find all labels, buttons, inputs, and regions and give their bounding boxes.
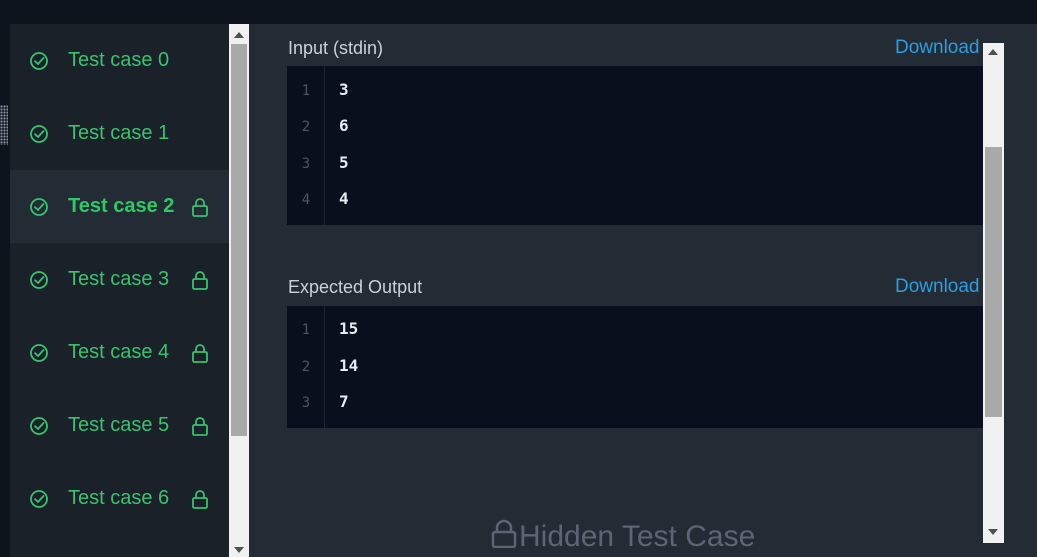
test-case-label: Test case 6 xyxy=(68,487,170,509)
input-download-link[interactable]: Download xyxy=(895,37,980,59)
scroll-down-arrow-icon[interactable] xyxy=(988,529,998,535)
top-bar xyxy=(0,0,1037,24)
input-code-box: 1 3 2 6 3 5 4 4 xyxy=(287,66,983,225)
scrollbar-thumb[interactable] xyxy=(231,44,247,436)
line-number: 3 xyxy=(301,395,311,411)
test-case-item-4[interactable]: Test case 4 xyxy=(10,316,229,389)
line-value: 3 xyxy=(339,80,349,99)
line-value: 15 xyxy=(339,319,359,338)
code-line: 4 4 xyxy=(287,182,983,218)
lock-icon xyxy=(191,489,209,509)
scrollbar-thumb[interactable] xyxy=(985,147,1002,417)
check-circle-icon xyxy=(29,197,49,217)
test-case-label: Test case 2 xyxy=(68,195,175,217)
test-case-item-6[interactable]: Test case 6 xyxy=(10,462,229,535)
line-number: 1 xyxy=(301,83,311,99)
line-value: 14 xyxy=(339,356,359,375)
expected-output-section-title: Expected Output xyxy=(288,277,423,297)
sidebar-scrollbar[interactable] xyxy=(229,24,249,557)
test-case-item-3[interactable]: Test case 3 xyxy=(10,243,229,316)
code-line: 1 15 xyxy=(287,312,983,348)
expected-output-download-link[interactable]: Download xyxy=(895,276,980,298)
test-case-label: Test case 0 xyxy=(68,49,170,71)
test-case-label: Test case 1 xyxy=(68,122,170,144)
line-number: 2 xyxy=(301,359,311,375)
line-number: 2 xyxy=(301,119,311,135)
check-circle-icon xyxy=(29,270,49,290)
code-line: 2 14 xyxy=(287,349,983,385)
line-value: 5 xyxy=(339,153,349,172)
lock-icon xyxy=(191,416,209,436)
code-line: 2 6 xyxy=(287,109,983,145)
line-number: 4 xyxy=(301,192,311,208)
line-number: 1 xyxy=(301,322,311,338)
lock-icon xyxy=(191,343,209,363)
test-case-label: Test case 4 xyxy=(68,341,170,363)
code-line: 3 7 xyxy=(287,385,983,421)
check-circle-icon xyxy=(29,51,49,71)
test-case-label: Test case 5 xyxy=(68,414,170,436)
test-case-detail-panel: Input (stdin) Download 1 3 2 6 3 5 4 4 E… xyxy=(249,24,1037,557)
hidden-test-case-message: Hidden Test Case xyxy=(489,518,755,556)
check-circle-icon xyxy=(29,343,49,363)
check-circle-icon xyxy=(29,124,49,144)
lock-icon xyxy=(489,518,519,556)
test-case-item-0[interactable]: Test case 0 xyxy=(10,24,229,97)
lock-icon xyxy=(191,270,209,290)
expected-output-code-box: 1 15 2 14 3 7 xyxy=(287,306,983,428)
check-circle-icon xyxy=(29,416,49,436)
check-circle-icon xyxy=(29,489,49,509)
test-case-item-2[interactable]: Test case 2 xyxy=(10,170,229,243)
line-number: 3 xyxy=(301,156,311,172)
scroll-down-arrow-icon[interactable] xyxy=(234,547,244,553)
code-line: 3 5 xyxy=(287,146,983,182)
line-value: 6 xyxy=(339,116,349,135)
code-line: 1 3 xyxy=(287,73,983,109)
test-case-sidebar: Test case 0 Test case 1 Test case 2 Test… xyxy=(10,24,229,557)
content-scrollbar[interactable] xyxy=(983,43,1004,543)
line-value: 4 xyxy=(339,189,349,208)
hidden-test-case-text: Hidden Test Case xyxy=(519,520,756,553)
scroll-up-arrow-icon[interactable] xyxy=(988,49,998,55)
scroll-up-arrow-icon[interactable] xyxy=(234,32,244,38)
input-section-title: Input (stdin) xyxy=(288,38,384,58)
test-case-item-5[interactable]: Test case 5 xyxy=(10,389,229,462)
resize-handle[interactable] xyxy=(0,105,8,145)
test-case-item-1[interactable]: Test case 1 xyxy=(10,97,229,170)
lock-icon xyxy=(191,197,209,217)
test-case-label: Test case 3 xyxy=(68,268,170,290)
line-value: 7 xyxy=(339,392,349,411)
